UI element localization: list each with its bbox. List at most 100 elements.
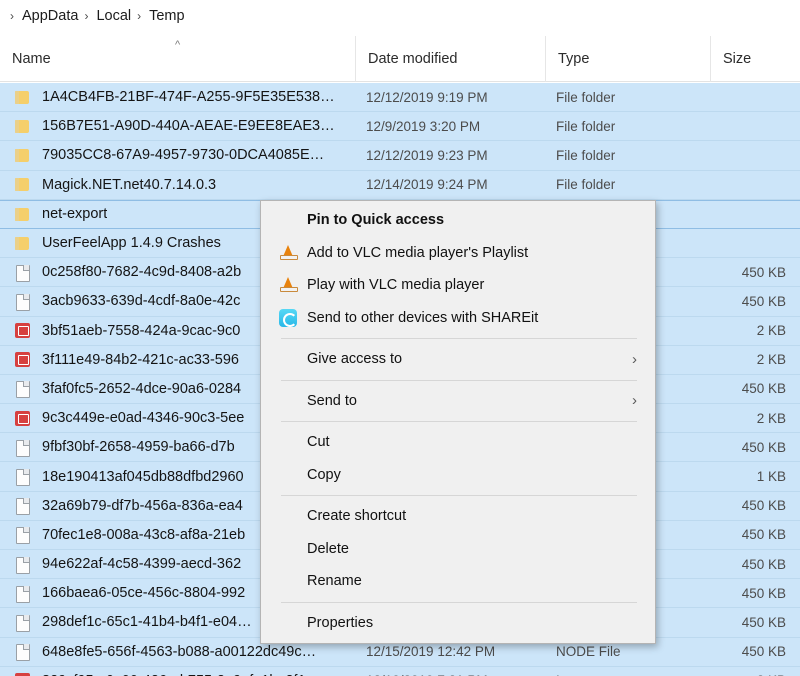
file-name-cell[interactable]: Magick.NET.net40.7.14.0.3 xyxy=(0,171,355,199)
context-menu-item-label: Add to VLC media player's Playlist xyxy=(307,244,529,261)
file-size-cell: 450 KB xyxy=(741,293,786,309)
file-icon xyxy=(14,439,31,457)
file-row[interactable]: Magick.NET.net40.7.14.0.3 12/14/2019 9:24… xyxy=(0,170,800,200)
context-menu-item[interactable]: Send to other devices with SHAREit xyxy=(261,302,655,335)
file-name-label: 94e622af-4c58-4399-aecd-362 xyxy=(42,556,242,573)
file-size-cell: 450 KB xyxy=(741,614,786,630)
file-name-label: 156B7E51-A90D-440A-AEAE-E9EE8EAE3… xyxy=(42,118,335,135)
file-row[interactable]: 829cf95c-6a00-426e-b755-2e9efe1be2f112/1… xyxy=(0,666,800,676)
breadcrumb-item-local[interactable]: Local xyxy=(94,6,133,26)
context-menu-separator xyxy=(281,338,637,339)
context-menu-item[interactable]: Create shortcut xyxy=(261,500,655,533)
column-header-size-label: Size xyxy=(723,51,752,67)
file-name-label: 70fec1e8-008a-43c8-af8a-21eb xyxy=(42,526,246,543)
file-size-cell: 450 KB xyxy=(741,585,786,601)
file-icon xyxy=(14,526,31,545)
file-size-cell: 450 KB xyxy=(741,644,786,660)
file-icon xyxy=(14,614,31,632)
file-name-label: 3faf0fc5-2652-4dce-90a6-0284 xyxy=(42,380,242,397)
file-name-label: UserFeelApp 1.4.9 Crashes xyxy=(42,235,221,252)
file-icon xyxy=(14,380,31,399)
column-header-size[interactable]: Size xyxy=(710,36,800,82)
icon-file-icon xyxy=(14,410,31,427)
file-size-cell: 2 KB xyxy=(756,410,786,426)
file-row[interactable]: 156B7E51-A90D-440A-AEAE-E9EE8EAE3… 12/9/2… xyxy=(0,112,800,142)
context-menu-item[interactable]: Add to VLC media player's Playlist xyxy=(261,237,655,270)
context-menu-item-label: Delete xyxy=(307,540,349,557)
context-menu-item[interactable]: Delete xyxy=(261,533,655,566)
file-size-cell: 450 KB xyxy=(741,527,786,543)
file-name-label: 1A4CB4FB-21BF-474F-A255-9F5E35E538… xyxy=(42,89,335,106)
context-menu-item-label: Send to other devices with SHAREit xyxy=(307,309,539,326)
context-menu-item-label: Send to xyxy=(307,392,357,409)
submenu-chevron-right-icon: › xyxy=(632,350,637,368)
column-header-date-label: Date modified xyxy=(368,51,458,67)
vlc-icon xyxy=(279,244,298,262)
file-name-label: 3acb9633-639d-4cdf-8a0e-42c xyxy=(42,293,241,310)
context-menu-item[interactable]: Pin to Quick access xyxy=(261,204,655,237)
file-name-cell[interactable]: 156B7E51-A90D-440A-AEAE-E9EE8EAE3… xyxy=(0,112,355,140)
context-menu-item[interactable]: Copy xyxy=(261,459,655,492)
file-name-label: 9c3c449e-e0ad-4346-90c3-5ee xyxy=(42,410,245,427)
context-menu-item[interactable]: Send to › xyxy=(261,385,655,418)
breadcrumb-separator-2: › xyxy=(137,9,142,23)
context-menu-item-label: Create shortcut xyxy=(307,508,407,525)
file-name-cell[interactable]: 829cf95c-6a00-426e-b755-2e9efe1be2f1 xyxy=(0,667,355,676)
context-menu-item-label: Copy xyxy=(307,466,341,483)
shareit-icon xyxy=(279,308,297,327)
file-size-cell: 450 KB xyxy=(741,439,786,455)
file-name-label: 32a69b79-df7b-456a-836a-ea4 xyxy=(42,497,243,514)
file-name-label: 298def1c-65c1-41b4-b4f1-e04… xyxy=(42,614,252,631)
breadcrumb-item-temp[interactable]: Temp xyxy=(147,6,186,26)
file-date-cell: 12/10/2019 7:21 PM xyxy=(355,667,545,676)
file-name-label: 166baea6-05ce-456c-8804-992 xyxy=(42,585,246,602)
icon-file-icon xyxy=(14,351,31,368)
context-menu-item[interactable]: Give access to › xyxy=(261,343,655,376)
context-menu-item-label: Rename xyxy=(307,573,362,590)
file-size-cell xyxy=(710,83,792,111)
submenu-chevron-right-icon: › xyxy=(632,392,637,410)
column-header-type[interactable]: Type xyxy=(545,36,710,82)
context-menu-separator xyxy=(281,601,637,603)
context-menu-item[interactable]: Play with VLC media player xyxy=(261,269,655,302)
file-size-cell: 2 KB xyxy=(710,667,792,676)
file-date-cell: 12/12/2019 9:23 PM xyxy=(366,147,488,163)
context-menu-item-label: Cut xyxy=(307,434,330,451)
file-icon xyxy=(14,293,31,311)
file-name-label: Magick.NET.net40.7.14.0.3 xyxy=(42,176,217,193)
sort-ascending-icon: ^ xyxy=(175,39,181,51)
breadcrumb-separator-1: › xyxy=(84,9,89,23)
context-menu-item[interactable]: Rename xyxy=(261,565,655,598)
file-name-label: 9fbf30bf-2658-4959-ba66-d7b xyxy=(42,439,235,456)
file-row[interactable]: 1A4CB4FB-21BF-474F-A255-9F5E35E538… 12/12… xyxy=(0,83,800,113)
context-menu-item[interactable]: Properties xyxy=(261,607,655,640)
file-name-cell[interactable]: 79035CC8-67A9-4957-9730-0DCA4085E… xyxy=(0,141,355,169)
context-menu-separator xyxy=(281,495,637,496)
file-size-cell: 450 KB xyxy=(741,556,786,572)
column-header-type-label: Type xyxy=(558,51,590,67)
context-menu-item[interactable]: Cut xyxy=(261,426,655,459)
file-size-cell: 450 KB xyxy=(741,381,786,397)
file-name-label: 648e8fe5-656f-4563-b088-a00122dc49c… xyxy=(42,643,317,660)
file-size-cell xyxy=(710,171,792,199)
context-menu-item-label: Pin to Quick access xyxy=(307,212,445,229)
file-date-cell: 12/12/2019 9:19 PM xyxy=(366,89,488,105)
context-menu-item-label: Play with VLC media player xyxy=(307,277,485,294)
breadcrumb: › AppData › Local › Temp xyxy=(0,0,800,32)
breadcrumb-item-appdata[interactable]: AppData xyxy=(20,6,80,26)
file-name-cell[interactable]: 1A4CB4FB-21BF-474F-A255-9F5E35E538… xyxy=(0,83,355,111)
file-name-label: 3f111e49-84b2-421c-ac33-596 xyxy=(42,351,239,368)
file-icon xyxy=(14,497,31,516)
context-menu-separator xyxy=(281,379,637,381)
column-header-name[interactable]: Name ^ xyxy=(0,36,355,82)
context-menu[interactable]: Pin to Quick access Add to VLC media play… xyxy=(260,200,656,644)
column-header-row: Name ^ Date modified Type Size xyxy=(0,36,800,82)
icon-file-icon xyxy=(14,322,31,339)
file-size-cell: 450 KB xyxy=(741,264,786,280)
file-row[interactable]: 79035CC8-67A9-4957-9730-0DCA4085E… 12/12/… xyxy=(0,141,800,171)
file-type-cell: File folder xyxy=(556,177,616,193)
folder-icon xyxy=(14,206,31,223)
context-menu-separator xyxy=(281,421,637,422)
file-type-cell: File folder xyxy=(556,89,616,105)
column-header-date-modified[interactable]: Date modified xyxy=(355,36,545,82)
